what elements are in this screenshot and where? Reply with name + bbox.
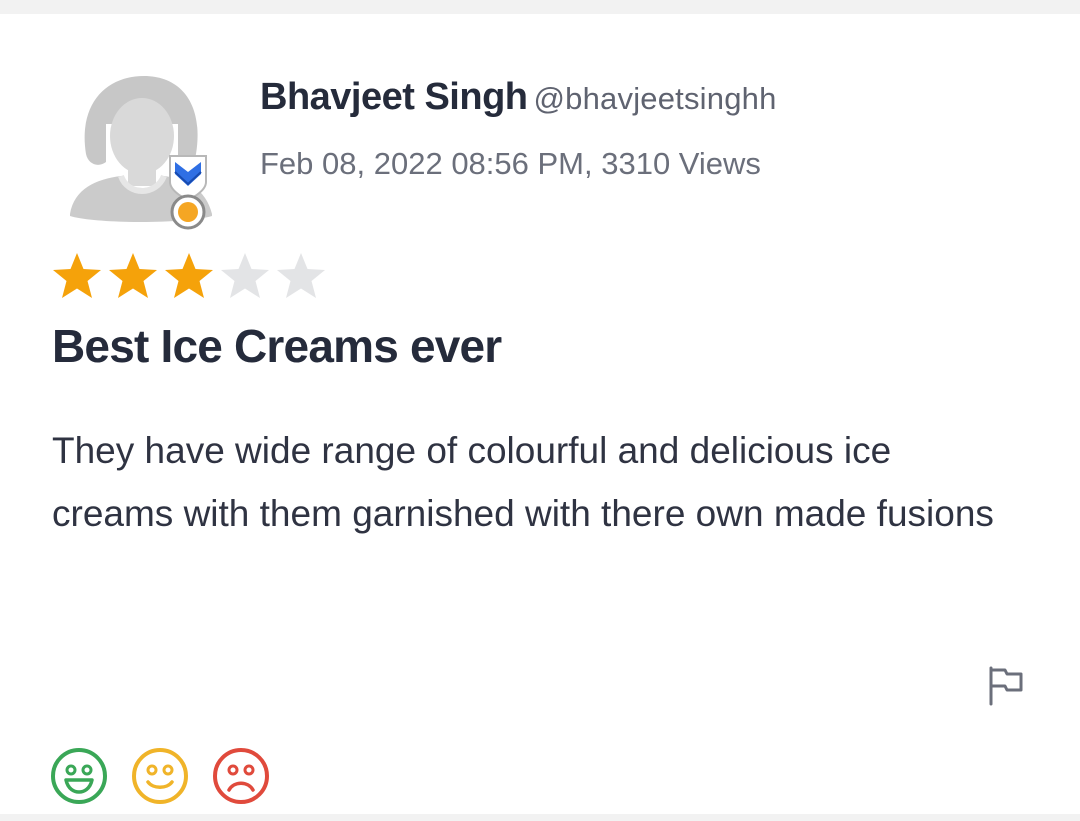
star-filled-icon bbox=[162, 250, 216, 302]
review-card: Bhavjeet Singh @bhavjeetsinghh Feb 08, 20… bbox=[0, 14, 1080, 814]
happy-face-icon[interactable] bbox=[50, 747, 108, 805]
user-avatar[interactable] bbox=[66, 64, 216, 234]
review-body: They have wide range of colourful and de… bbox=[52, 430, 994, 534]
star-empty-icon bbox=[218, 250, 272, 302]
author-handle[interactable]: @bhavjeetsinghh bbox=[534, 81, 777, 116]
author-name[interactable]: Bhavjeet Singh @bhavjeetsinghh bbox=[260, 76, 777, 119]
star-rating bbox=[50, 250, 330, 302]
reaction-bar bbox=[50, 747, 293, 805]
review-meta: Feb 08, 2022 08:56 PM, 3310 Views bbox=[260, 146, 761, 181]
review-title: Best Ice Creams ever bbox=[52, 320, 502, 372]
author-name-text[interactable]: Bhavjeet Singh bbox=[260, 76, 528, 118]
sad-face-icon[interactable] bbox=[212, 747, 270, 805]
star-filled-icon bbox=[50, 250, 104, 302]
flag-icon[interactable] bbox=[985, 664, 1027, 706]
neutral-face-icon[interactable] bbox=[131, 747, 189, 805]
star-filled-icon bbox=[106, 250, 160, 302]
shield-medal-badge-icon bbox=[169, 155, 207, 230]
star-empty-icon bbox=[274, 250, 328, 302]
